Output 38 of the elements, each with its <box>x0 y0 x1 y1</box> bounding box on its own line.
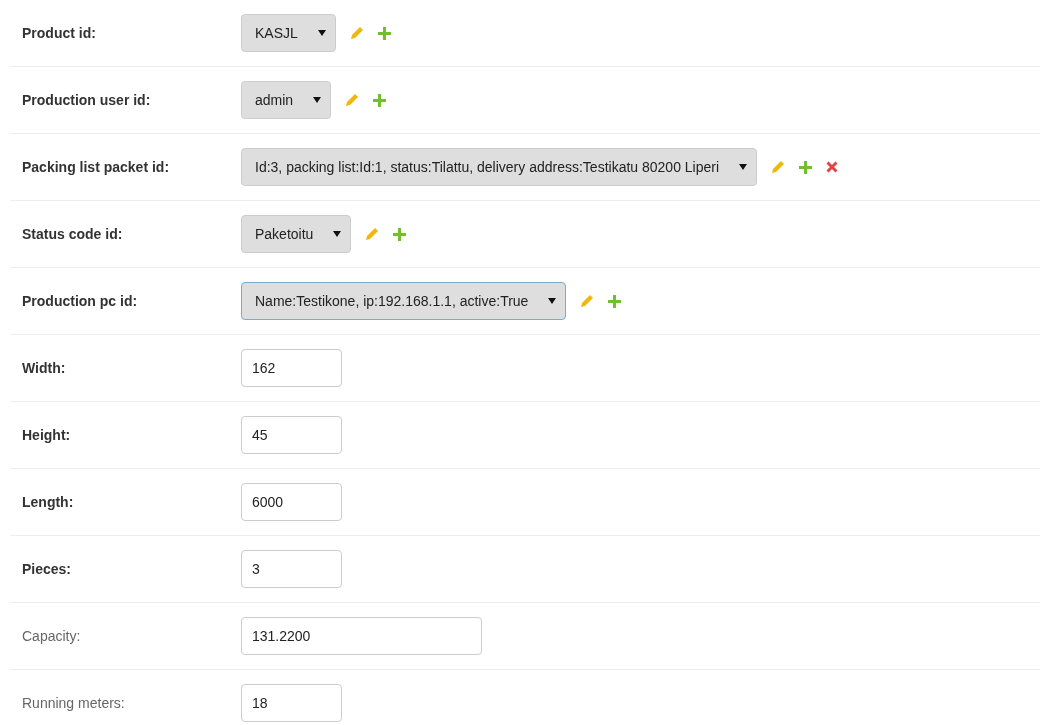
field-label: Running meters: <box>22 695 126 711</box>
plus-icon[interactable] <box>377 26 391 40</box>
caret-icon <box>313 96 322 104</box>
pencil-icon[interactable] <box>771 160 786 174</box>
plus-icon[interactable] <box>393 227 407 241</box>
caret-icon <box>317 29 326 37</box>
field-label: Pieces: <box>22 561 73 577</box>
caret-icon <box>548 297 557 305</box>
number-field[interactable]: 162 <box>241 349 342 387</box>
caret-icon <box>739 163 748 171</box>
number-field[interactable]: 45 <box>241 416 342 454</box>
field-label: Production pc id: <box>22 293 139 309</box>
number-field[interactable]: 3 <box>241 550 342 588</box>
field-label: Status code id: <box>22 226 124 242</box>
select-field[interactable]: Name:Testikone, ip:192.168.1.1, active:True <box>241 282 567 320</box>
pencil-icon[interactable] <box>349 26 364 40</box>
field-label: Width: <box>22 360 67 376</box>
field-label: Length: <box>22 494 75 510</box>
close-icon[interactable] <box>826 161 839 173</box>
plus-icon[interactable] <box>373 93 387 107</box>
select-field[interactable]: KASJL <box>241 14 336 52</box>
select-field[interactable]: admin <box>241 81 332 119</box>
field-label: Production user id: <box>22 92 152 108</box>
pencil-icon[interactable] <box>345 93 360 107</box>
number-field[interactable]: 6000 <box>241 483 342 521</box>
select-field[interactable]: Id:3, packing list:Id:1, status:Tilattu, delivery address:Testikatu 80200 Liperi <box>241 148 758 186</box>
field-label: Product id: <box>22 25 97 41</box>
select-field[interactable]: Paketoitu <box>241 215 352 253</box>
plus-icon[interactable] <box>799 160 813 174</box>
pencil-icon[interactable] <box>580 294 595 308</box>
caret-icon <box>333 230 342 238</box>
field-label: Packing list packet id: <box>22 159 171 175</box>
plus-icon[interactable] <box>608 294 622 308</box>
pencil-icon[interactable] <box>365 227 380 241</box>
field-label: Capacity: <box>22 628 82 644</box>
number-field[interactable]: 18 <box>241 684 342 722</box>
field-label: Height: <box>22 427 72 443</box>
number-field[interactable]: 131.2200 <box>241 617 482 655</box>
